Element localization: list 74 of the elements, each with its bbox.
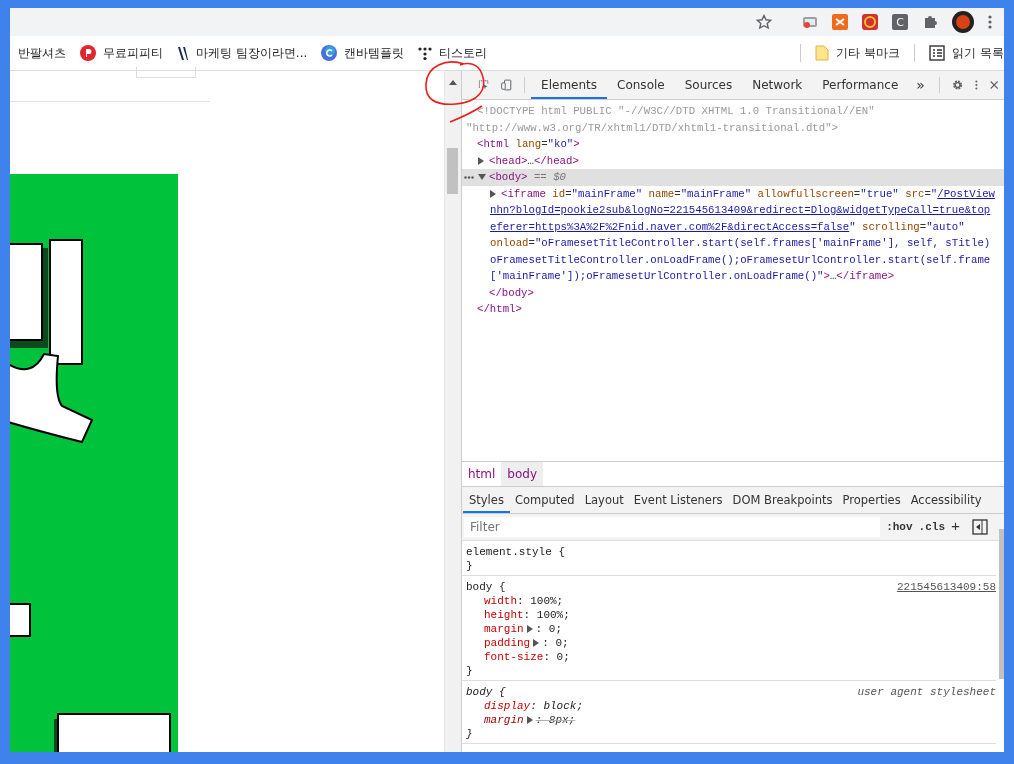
panel-tab[interactable]: Network [742, 71, 813, 99]
bookmark[interactable]: 반팔셔츠 [18, 44, 66, 62]
avatar-icon[interactable] [952, 11, 974, 33]
ellipsis-icon[interactable] [464, 176, 474, 179]
closing-brace: } [466, 665, 473, 677]
dom-node-line[interactable]: </body> [462, 284, 1004, 301]
panel-tab[interactable]: Sources [674, 71, 743, 99]
extension-icon[interactable] [832, 14, 848, 30]
collapse-arrow-icon[interactable] [490, 189, 496, 198]
breadcrumb[interactable]: body [501, 462, 544, 486]
extension-icon[interactable] [862, 14, 878, 30]
star-icon[interactable] [756, 14, 772, 30]
bookmark[interactable]: 무료피피티 [80, 44, 163, 62]
css-declaration: font-size: 0; [483, 650, 571, 664]
bookmark[interactable]: 읽기 목록 [929, 44, 1004, 62]
collapse-arrow-icon[interactable] [478, 156, 484, 165]
css-declaration: display: block; [483, 699, 585, 713]
dom-node-line[interactable]: nhn?blogId=pookie2sub&logNo=221545613409&redirect=Dlog&widgetTypeCall=true&top [462, 202, 1004, 219]
menu-icon[interactable] [988, 14, 992, 30]
expand-arrow-icon[interactable] [526, 716, 533, 724]
dom-node-line[interactable]: <head>…</head> [462, 152, 1004, 169]
css-declaration: width: 100%; [483, 594, 565, 608]
more-tabs-button[interactable]: » [908, 77, 933, 93]
bookmark[interactable]: 기타 북마크 [815, 44, 901, 62]
css-selector: element.style { [466, 545, 566, 559]
css-selector: body { [466, 580, 506, 594]
dom-node-line[interactable]: <html lang="ko"> [462, 136, 1004, 153]
dom-node-line[interactable]: onload="oFramesetTitleController.start(self.frames['mainFrame'], self, sTitle) [462, 235, 1004, 252]
dots-icon [418, 46, 433, 60]
bookmark[interactable]: 캔바템플릿 [321, 44, 405, 62]
hover-state-button[interactable]: :hov [886, 521, 913, 533]
new-rule-button[interactable]: + [951, 518, 960, 536]
expand-arrow-icon[interactable] [533, 639, 540, 647]
css-declaration: margin : 0; [483, 622, 563, 636]
list-icon [929, 45, 946, 61]
panel-tab[interactable]: Elements [531, 71, 608, 99]
rule-source: user agent stylesheet [857, 685, 996, 699]
scroll-up-icon[interactable] [449, 80, 457, 85]
class-button[interactable]: .cls [918, 521, 945, 533]
dom-node-line[interactable]: <iframe id="mainFrame" name="mainFrame" allowfullscreen="true" src="/PostView [462, 185, 1004, 202]
sidebar-tab[interactable]: Accessibility [905, 487, 987, 513]
expand-arrow-icon[interactable] [526, 625, 533, 633]
panel-tab[interactable]: Console [607, 71, 675, 99]
extension-button[interactable]: C [892, 14, 908, 30]
close-icon[interactable] [989, 79, 998, 91]
dom-node-line[interactable]: oFramesetTitleController.onLoadFrame();oFramesetUrlController.start(self.frame [462, 251, 1004, 268]
bookmark[interactable]: 티스토리 [418, 44, 488, 62]
sidebar-tab[interactable]: Properties [837, 487, 906, 513]
dom-node-line[interactable]: eferer=https%3A%2F%2Fnid.naver.com%2F&directAccess=false" scrolling="auto" [462, 218, 1004, 235]
bookmark-icon [80, 45, 96, 61]
folder-icon [815, 45, 830, 61]
sidebar-tab[interactable]: Event Listeners [628, 487, 728, 513]
sidebar-tab[interactable]: Computed [509, 487, 580, 513]
bookmark-icon [321, 45, 338, 61]
dom-node-line[interactable]: ['mainFrame']);oFramesetUrlController.onLoadFrame()">…</iframe> [462, 268, 1004, 285]
device-icon[interactable] [501, 77, 513, 93]
breadcrumb[interactable]: html [462, 462, 502, 486]
extension-icon[interactable] [802, 14, 818, 30]
panel-tab[interactable]: Performance [812, 71, 909, 99]
sidebar-tab[interactable]: DOM Breakpoints [727, 487, 838, 513]
sidebar-tab[interactable]: Layout [579, 487, 629, 513]
filter-field[interactable]: Filter [464, 517, 881, 537]
bookmark[interactable]: 마케팅 팀장이라면... [177, 44, 308, 62]
expand-arrow-icon[interactable] [478, 174, 486, 181]
sidebar-toggle-icon[interactable] [972, 519, 988, 535]
css-selector: body { [466, 685, 506, 699]
rule-source[interactable]: 221545613409:58 [896, 580, 996, 594]
closing-brace: } [466, 560, 473, 572]
slash-icon [177, 45, 189, 61]
closing-brace: } [466, 728, 473, 740]
dom-node-line[interactable]: </html> [462, 301, 1004, 318]
css-declaration: padding : 0; [483, 636, 570, 650]
puzzle-icon[interactable] [922, 14, 938, 30]
css-declaration: height: 100%; [483, 608, 571, 622]
